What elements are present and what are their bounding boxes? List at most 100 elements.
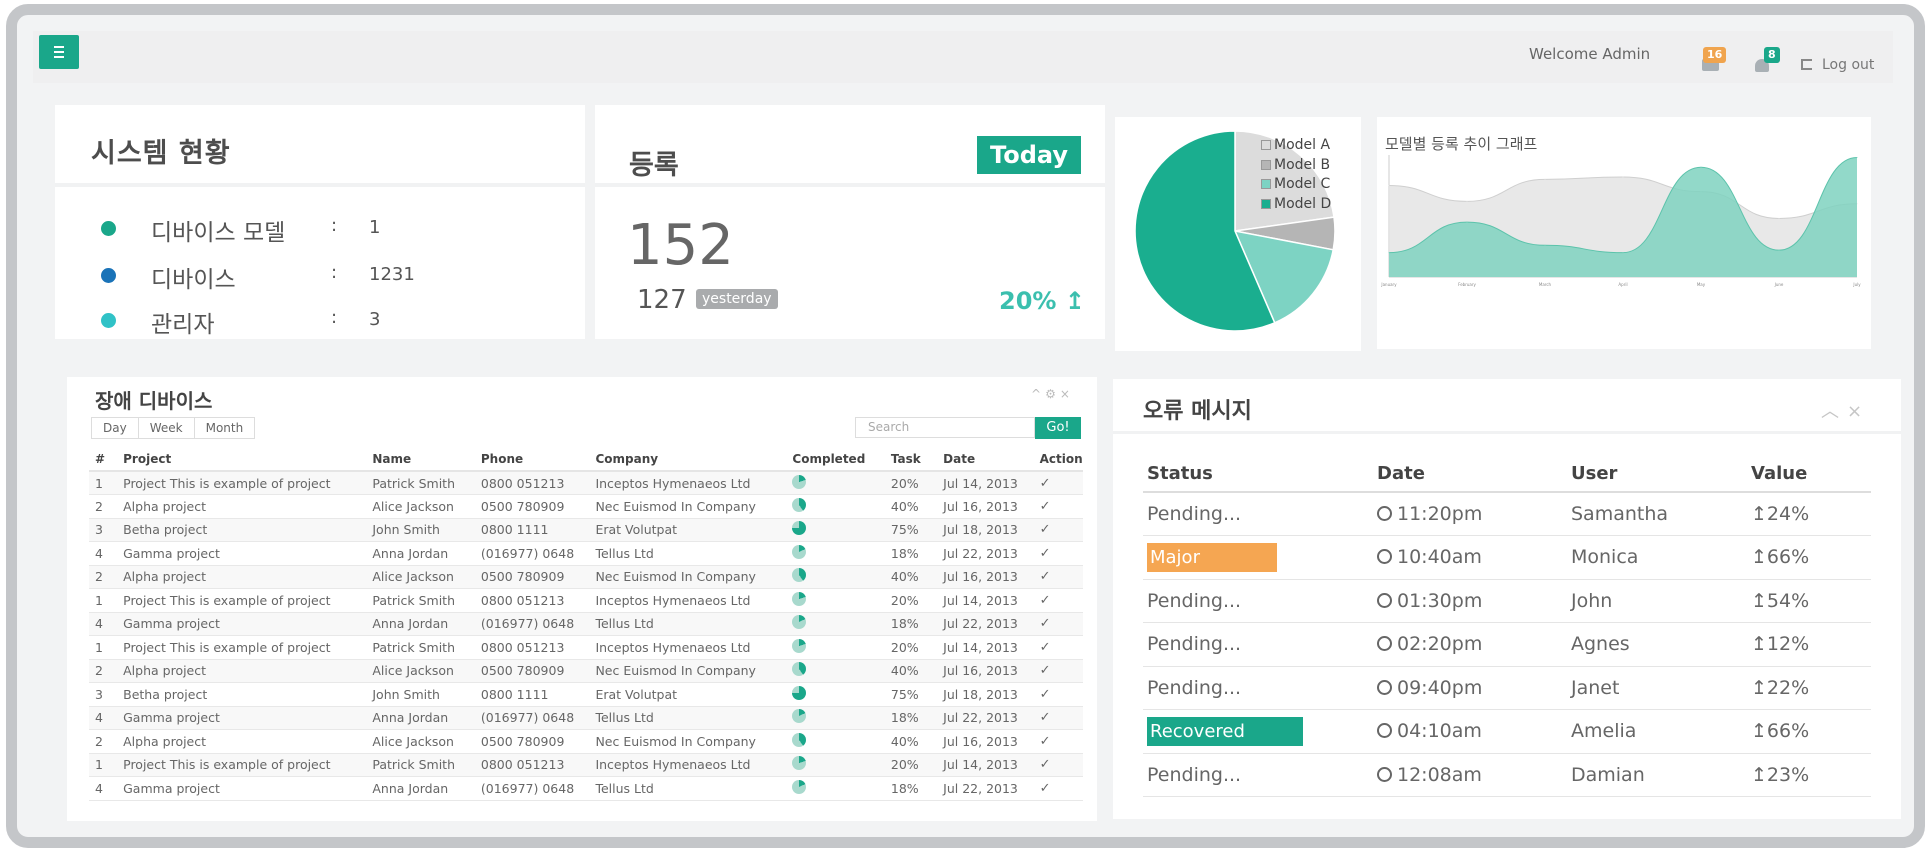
table-cell: 4 (89, 776, 118, 801)
column-header[interactable]: Value (1747, 455, 1871, 493)
mini-pie-icon (792, 568, 807, 583)
completion-pie-icon (786, 494, 885, 519)
check-icon[interactable]: ✓ (1033, 541, 1083, 566)
check-icon[interactable]: ✓ (1033, 612, 1083, 636)
legend-swatch (1261, 179, 1271, 189)
table-cell: Project This is example of project (117, 635, 367, 660)
menu-toggle-button[interactable] (39, 35, 79, 69)
time-cell: 01:30pm (1373, 579, 1567, 623)
check-icon[interactable]: ✓ (1033, 753, 1083, 777)
table-row[interactable]: Pending... 02:20pm Agnes ↥12% (1143, 622, 1871, 667)
table-row[interactable]: 4 Gamma project Anna Jordan (016977) 0648 Te… (89, 541, 1083, 566)
filter-week[interactable]: Week (137, 417, 195, 439)
table-cell: John Smith (366, 518, 475, 542)
check-icon[interactable]: ✓ (1033, 729, 1083, 754)
table-row[interactable]: 1 Project This is example of project Patri… (89, 753, 1083, 777)
check-icon[interactable]: ✓ (1033, 682, 1083, 707)
table-row[interactable]: Pending... 01:30pm John ↥54% (1143, 579, 1871, 623)
logout-link[interactable]: Log out (1801, 57, 1874, 73)
table-row[interactable]: Pending... 12:08am Damian ↥23% (1143, 753, 1871, 797)
column-header[interactable]: Name (366, 448, 475, 472)
table-row[interactable]: 4 Gamma project Anna Jordan (016977) 0648 Te… (89, 612, 1083, 636)
check-icon[interactable]: ✓ (1033, 518, 1083, 542)
table-row[interactable]: 3 Betha project John Smith 0800 1111 Erat Vo… (89, 518, 1083, 542)
yesterday-label: yesterday (696, 289, 778, 309)
table-row[interactable]: 1 Project This is example of project Patri… (89, 471, 1083, 495)
column-header[interactable]: Project (117, 448, 367, 472)
table-cell: Jul 22, 2013 (937, 776, 1034, 801)
mail-count-badge: 16 (1703, 47, 1727, 63)
close-icon[interactable]: × (1060, 387, 1074, 401)
column-header[interactable]: Date (937, 448, 1034, 472)
logout-label: Log out (1822, 57, 1875, 73)
table-row[interactable]: 3 Betha project John Smith 0800 1111 Erat Vo… (89, 682, 1083, 707)
table-row[interactable]: 2 Alpha project Alice Jackson 0500 780909 Ne… (89, 494, 1083, 519)
table-row[interactable]: Recovered 04:10am Amelia ↥66% (1143, 709, 1871, 754)
table-cell: Erat Volutpat (589, 682, 787, 707)
column-header[interactable]: User (1567, 455, 1747, 493)
table-row[interactable]: 2 Alpha project Alice Jackson 0500 780909 Ne… (89, 659, 1083, 683)
table-cell: Inceptos Hymenaeos Ltd (589, 588, 787, 613)
table-row[interactable]: Major 10:40am Monica ↥66% (1143, 535, 1871, 580)
panel-controls[interactable]: ^⚙× (1031, 387, 1074, 401)
check-icon[interactable]: ✓ (1033, 659, 1083, 683)
legend-item: Model B (1261, 157, 1331, 177)
check-icon[interactable]: ✓ (1033, 588, 1083, 613)
filter-month[interactable]: Month (193, 417, 256, 439)
table-cell: (016977) 0648 (474, 612, 590, 636)
column-header[interactable]: Company (589, 448, 787, 472)
collapse-icon[interactable]: ︿ (1821, 401, 1847, 422)
panel-controls[interactable]: ︿× (1821, 397, 1870, 423)
table-cell: Patrick Smith (366, 588, 475, 613)
check-icon[interactable]: ✓ (1033, 565, 1083, 589)
check-icon[interactable]: ✓ (1033, 635, 1083, 660)
system-row-label: 디바이스 (151, 267, 236, 293)
mini-pie-icon (792, 662, 807, 677)
column-header[interactable]: Phone (474, 448, 590, 472)
table-row[interactable]: 4 Gamma project Anna Jordan (016977) 0648 Te… (89, 776, 1083, 801)
check-icon[interactable]: ✓ (1033, 471, 1083, 495)
close-icon[interactable]: × (1847, 401, 1870, 422)
table-row[interactable]: 4 Gamma project Anna Jordan (016977) 0648 Te… (89, 706, 1083, 730)
collapse-icon[interactable]: ^ (1031, 387, 1045, 401)
table-row[interactable]: 1 Project This is example of project Patri… (89, 588, 1083, 613)
series-point (1622, 176, 1624, 178)
search-go-button[interactable]: Go! (1035, 417, 1081, 439)
status-text: Pending... (1147, 589, 1242, 612)
table-row[interactable]: Pending... 09:40pm Janet ↥22% (1143, 666, 1871, 710)
table-header-row: # Project Name Phone Company Completed Task Dat… (89, 448, 1083, 472)
search-input[interactable]: Search (855, 417, 1035, 438)
wrench-icon[interactable]: ⚙ (1045, 387, 1060, 401)
arrow-up-icon: ↥ (1751, 503, 1767, 525)
completion-pie-icon (786, 612, 885, 636)
change-value: 20% (999, 287, 1057, 315)
table-cell: Nec Euismod In Company (589, 729, 787, 754)
table-cell: (016977) 0648 (474, 706, 590, 730)
table-row[interactable]: 1 Project This is example of project Patri… (89, 635, 1083, 660)
column-header[interactable]: Date (1373, 455, 1567, 493)
table-cell: Project This is example of project (117, 471, 367, 495)
value-text: 24% (1766, 503, 1810, 525)
column-header[interactable]: Completed (786, 448, 885, 472)
arrow-up-icon: ↥ (1751, 763, 1767, 786)
check-icon[interactable]: ✓ (1033, 776, 1083, 801)
column-header[interactable]: # (89, 448, 118, 472)
check-icon[interactable]: ✓ (1033, 494, 1083, 519)
today-button[interactable]: Today (977, 136, 1081, 174)
column-header[interactable]: Status (1143, 455, 1373, 493)
table-row[interactable]: Pending... 11:20pm Samantha ↥24% (1143, 492, 1871, 536)
table-cell: Erat Volutpat (589, 518, 787, 542)
table-row[interactable]: 2 Alpha project Alice Jackson 0500 780909 Ne… (89, 729, 1083, 754)
column-header[interactable]: Action (1033, 448, 1083, 472)
arrow-up-icon: ↥ (1751, 676, 1767, 699)
table-cell: 0800 051213 (474, 753, 590, 777)
table-cell: 2 (89, 659, 118, 683)
check-icon[interactable]: ✓ (1033, 706, 1083, 730)
pie-legend: Model A Model B Model C Model D (1261, 137, 1331, 215)
separator-colon: : (331, 215, 338, 236)
table-row[interactable]: 2 Alpha project Alice Jackson 0500 780909 Ne… (89, 565, 1083, 589)
filter-day[interactable]: Day (91, 417, 139, 439)
user-cell: John (1567, 579, 1747, 623)
table-cell: Alpha project (117, 494, 367, 519)
column-header[interactable]: Task (884, 448, 938, 472)
